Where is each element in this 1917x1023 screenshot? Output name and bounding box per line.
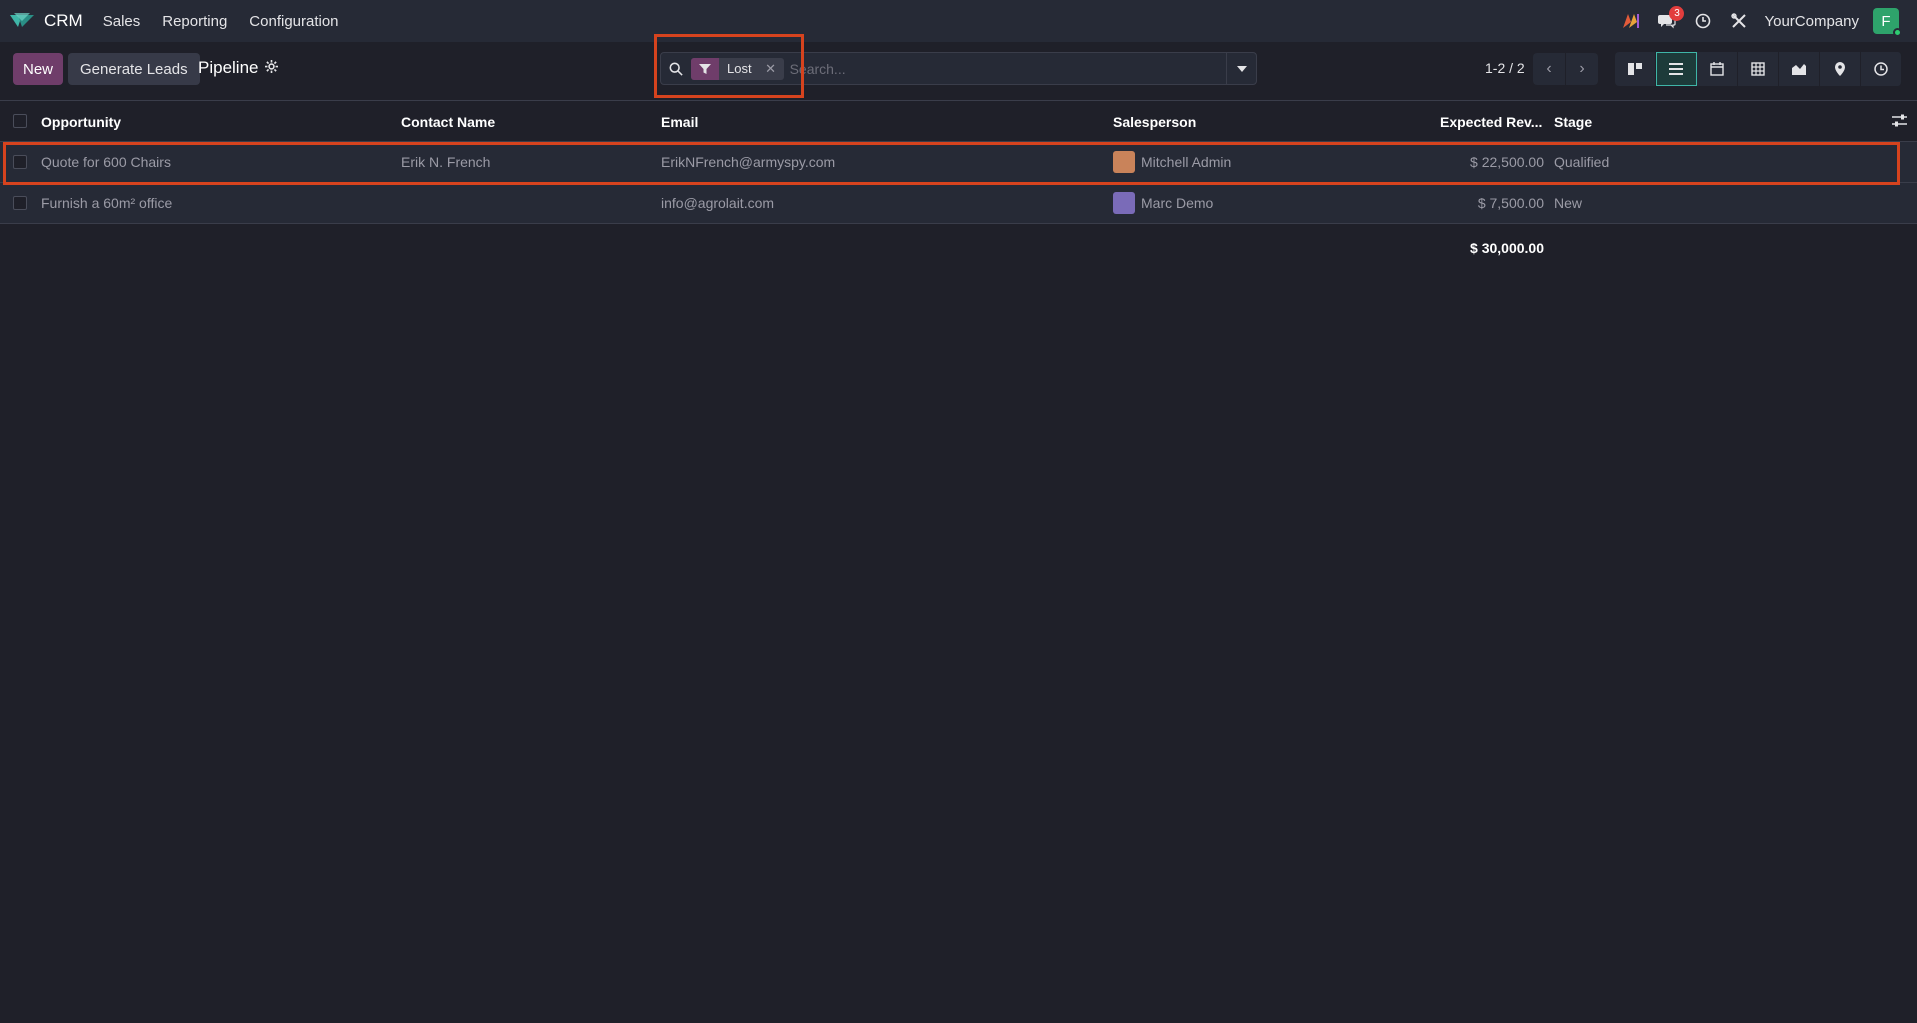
cell-salesperson: Marc Demo: [1141, 195, 1214, 211]
chevron-right-icon: ›: [1579, 60, 1585, 77]
company-switcher[interactable]: YourCompany: [1764, 13, 1859, 30]
pager-previous-button[interactable]: ‹: [1533, 53, 1565, 85]
breadcrumb: Pipeline: [198, 58, 278, 78]
top-navbar: CRM Sales Reporting Configuration 3 Your…: [0, 0, 1917, 42]
generate-leads-button[interactable]: Generate Leads: [68, 53, 200, 85]
cell-opportunity: Quote for 600 Chairs: [41, 154, 171, 170]
brand[interactable]: CRM: [8, 11, 103, 31]
app-name: CRM: [44, 11, 83, 30]
list-view-button[interactable]: [1656, 52, 1697, 86]
filter-icon: [691, 57, 719, 80]
gear-icon[interactable]: [264, 60, 278, 76]
search-icon[interactable]: [661, 62, 691, 76]
map-view-button[interactable]: [1820, 52, 1861, 86]
avatar: [1113, 192, 1135, 214]
search-input[interactable]: [789, 53, 1226, 84]
opportunity-list: Opportunity Contact Name Email Salespers…: [0, 101, 1917, 256]
cell-opportunity: Furnish a 60m² office: [41, 195, 173, 211]
ai-icon[interactable]: [1620, 10, 1642, 32]
user-initial: F: [1881, 12, 1891, 30]
column-header-opportunity[interactable]: Opportunity: [41, 114, 121, 130]
pivot-view-button[interactable]: [1738, 52, 1779, 86]
select-all-checkbox[interactable]: [13, 114, 27, 128]
user-avatar[interactable]: F: [1873, 8, 1902, 37]
table-header: Opportunity Contact Name Email Salespers…: [0, 101, 1917, 142]
caret-down-icon: [1236, 65, 1247, 72]
map-pin-icon: [1835, 62, 1845, 76]
graph-view-button[interactable]: [1779, 52, 1820, 86]
activity-icon: [1874, 62, 1888, 76]
row-checkbox[interactable]: [13, 196, 27, 210]
messages-badge: 3: [1669, 6, 1685, 21]
column-header-stage[interactable]: Stage: [1554, 114, 1592, 130]
kanban-icon: [1628, 63, 1642, 75]
activity-view-button[interactable]: [1861, 52, 1902, 86]
crm-logo-icon: [10, 13, 34, 27]
cell-email: info@agrolait.com: [661, 195, 775, 211]
cell-expected-revenue: $ 7,500.00: [1477, 195, 1544, 211]
cell-email: ErikNFrench@armyspy.com: [661, 154, 836, 170]
tools-icon[interactable]: [1728, 10, 1750, 32]
column-header-expected-revenue[interactable]: Expected Rev...: [1440, 114, 1542, 130]
menu-reporting[interactable]: Reporting: [162, 13, 227, 30]
cell-expected-revenue: $ 22,500.00: [1470, 154, 1544, 170]
cell-stage: New: [1554, 195, 1583, 211]
table-row[interactable]: Quote for 600 Chairs Erik N. French Erik…: [0, 142, 1917, 183]
graph-icon: [1792, 64, 1806, 75]
table-row[interactable]: Furnish a 60m² office info@agrolait.com …: [0, 183, 1917, 224]
clock-icon[interactable]: [1692, 10, 1714, 32]
new-button[interactable]: New: [13, 53, 64, 85]
menu-sales[interactable]: Sales: [103, 13, 141, 30]
total-expected-revenue: $ 30,000.00: [1470, 240, 1544, 256]
search-options-toggle[interactable]: [1226, 53, 1256, 84]
view-switcher: [1615, 52, 1902, 86]
facet-label: Lost: [727, 61, 752, 76]
cell-salesperson: Mitchell Admin: [1141, 154, 1232, 170]
control-panel: New Generate Leads Pipeline Lost ✕ 1-2 /…: [0, 42, 1917, 101]
search-facet-lost[interactable]: Lost ✕: [691, 57, 784, 80]
cell-stage: Qualified: [1554, 154, 1610, 170]
navbar-systray: 3 YourCompany F: [1620, 0, 1917, 42]
kanban-view-button[interactable]: [1615, 52, 1656, 86]
close-icon[interactable]: ✕: [762, 61, 780, 77]
optional-columns-icon[interactable]: [1892, 114, 1907, 130]
chevron-left-icon: ‹: [1546, 60, 1552, 77]
list-icon: [1669, 63, 1683, 75]
row-checkbox[interactable]: [13, 155, 27, 169]
messages-icon[interactable]: 3: [1656, 6, 1685, 32]
column-header-salesperson[interactable]: Salesperson: [1113, 114, 1196, 130]
calendar-view-button[interactable]: [1697, 52, 1738, 86]
column-header-email[interactable]: Email: [661, 114, 698, 130]
page-title: Pipeline: [198, 58, 259, 77]
online-status-dot: [1893, 28, 1902, 37]
cell-contact-name: Erik N. French: [401, 154, 491, 170]
pivot-icon: [1751, 62, 1765, 76]
pager-next-button[interactable]: ›: [1566, 53, 1598, 85]
search-bar: Lost ✕: [660, 52, 1257, 85]
pager-value[interactable]: 1-2 / 2: [1485, 60, 1525, 76]
menu-configuration[interactable]: Configuration: [249, 13, 338, 30]
calendar-icon: [1710, 62, 1724, 76]
avatar: [1113, 151, 1135, 173]
column-header-contact-name[interactable]: Contact Name: [401, 114, 495, 130]
